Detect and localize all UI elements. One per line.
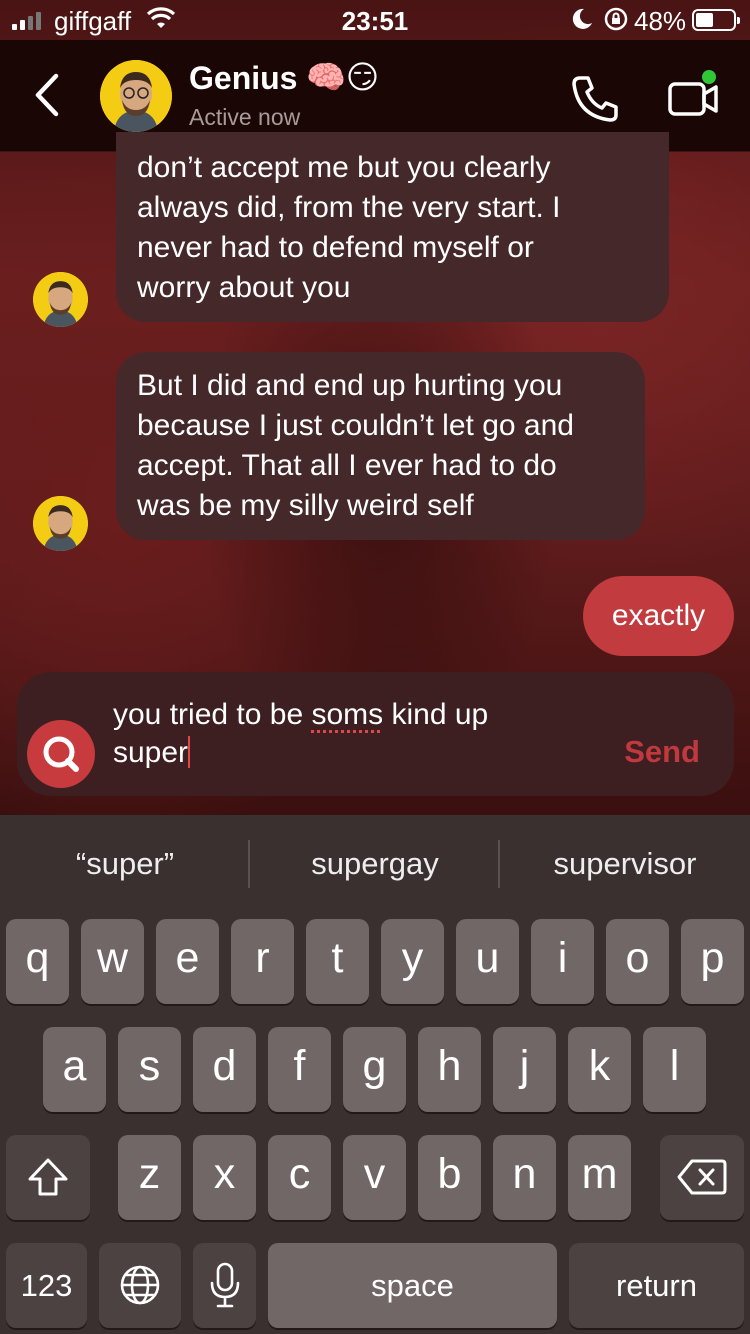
suggestion-item[interactable]: supergay <box>250 839 500 889</box>
globe-icon <box>120 1265 160 1305</box>
message-line: worry about you <box>137 271 351 304</box>
key-d[interactable]: d <box>193 1027 256 1112</box>
contact-active-status: Active now <box>189 104 301 130</box>
chevron-left-icon <box>35 73 59 117</box>
misspelled-word[interactable]: soms <box>311 698 383 731</box>
message-line: But I did and end up hurting you <box>137 369 563 402</box>
key-y[interactable]: y <box>381 919 444 1004</box>
input-text: super <box>113 736 189 769</box>
key-w[interactable]: w <box>81 919 144 1004</box>
key-a[interactable]: a <box>43 1027 106 1112</box>
contact-emoji: 🧠😏 <box>306 59 380 95</box>
magnifier-icon <box>43 736 79 772</box>
key-v[interactable]: v <box>343 1135 406 1220</box>
key-n[interactable]: n <box>493 1135 556 1220</box>
return-key-label: return <box>616 1268 697 1303</box>
keyboard: “super” supergay supervisor q w e r t y … <box>0 815 750 1334</box>
input-text: you tried to be <box>113 698 312 731</box>
key-h[interactable]: h <box>418 1027 481 1112</box>
key-k[interactable]: k <box>568 1027 631 1112</box>
video-call-button[interactable] <box>662 70 724 128</box>
message-bubble-incoming[interactable]: don’t accept me but you clearly always d… <box>116 132 669 322</box>
key-l[interactable]: l <box>643 1027 706 1112</box>
message-line: accept. That all I ever had to do <box>137 449 557 482</box>
globe-key[interactable] <box>99 1243 181 1328</box>
key-p[interactable]: p <box>681 919 744 1004</box>
key-u[interactable]: u <box>456 919 519 1004</box>
key-j[interactable]: j <box>493 1027 556 1112</box>
return-key[interactable]: return <box>569 1243 744 1328</box>
message-composer: you tried to be soms kind up super Send <box>17 672 734 796</box>
dictation-key[interactable] <box>193 1243 256 1328</box>
key-g[interactable]: g <box>343 1027 406 1112</box>
suggestion-item[interactable]: “super” <box>0 839 250 889</box>
message-line: because I just couldn’t let go and <box>137 409 574 442</box>
key-q[interactable]: q <box>6 919 69 1004</box>
key-t[interactable]: t <box>306 919 369 1004</box>
key-b[interactable]: b <box>418 1135 481 1220</box>
sender-avatar[interactable] <box>33 496 88 551</box>
online-indicator <box>702 70 716 84</box>
message-bubble-incoming[interactable]: But I did and end up hurting you because… <box>116 352 645 540</box>
delete-key[interactable] <box>660 1135 744 1220</box>
suggestion-item[interactable]: supervisor <box>500 839 750 889</box>
message-line: always did, from the very start. I <box>137 191 561 224</box>
status-bar: giffgaff 23:51 48% <box>0 0 750 40</box>
text-caret <box>188 736 191 768</box>
message-input[interactable]: you tried to be soms kind up super <box>113 696 583 772</box>
shift-key[interactable] <box>6 1135 90 1220</box>
message-line: don’t accept me but you clearly <box>137 151 551 184</box>
contact-name[interactable]: Genius <box>189 60 297 97</box>
sender-avatar[interactable] <box>33 272 88 327</box>
input-text: kind up <box>383 698 489 731</box>
message-line: never had to defend myself or <box>137 231 534 264</box>
space-key[interactable]: space <box>268 1243 557 1328</box>
send-button[interactable]: Send <box>624 734 700 770</box>
backspace-icon <box>677 1159 727 1195</box>
moon-icon <box>570 6 594 39</box>
back-button[interactable] <box>28 70 68 120</box>
key-f[interactable]: f <box>268 1027 331 1112</box>
key-o[interactable]: o <box>606 919 669 1004</box>
battery-icon <box>692 9 740 31</box>
key-m[interactable]: m <box>568 1135 631 1220</box>
key-x[interactable]: x <box>193 1135 256 1220</box>
call-button[interactable] <box>566 70 624 128</box>
space-key-label: space <box>371 1268 454 1303</box>
contact-avatar[interactable] <box>100 60 172 132</box>
message-line: was be my silly weird self <box>137 489 474 522</box>
key-c[interactable]: c <box>268 1135 331 1220</box>
key-s[interactable]: s <box>118 1027 181 1112</box>
rotation-lock-icon <box>603 6 629 39</box>
key-e[interactable]: e <box>156 919 219 1004</box>
shift-arrow-icon <box>28 1158 68 1196</box>
battery-fill <box>696 13 713 27</box>
predictive-text-bar: “super” supergay supervisor <box>0 815 750 911</box>
phone-icon <box>572 76 618 122</box>
battery-percent: 48% <box>634 6 687 36</box>
microphone-icon <box>210 1262 239 1308</box>
key-z[interactable]: z <box>118 1135 181 1220</box>
search-button[interactable] <box>27 720 95 788</box>
numbers-key-label: 123 <box>20 1268 73 1303</box>
key-r[interactable]: r <box>231 919 294 1004</box>
numbers-key[interactable]: 123 <box>6 1243 87 1328</box>
key-i[interactable]: i <box>531 919 594 1004</box>
message-bubble-outgoing[interactable]: exactly <box>583 576 734 656</box>
